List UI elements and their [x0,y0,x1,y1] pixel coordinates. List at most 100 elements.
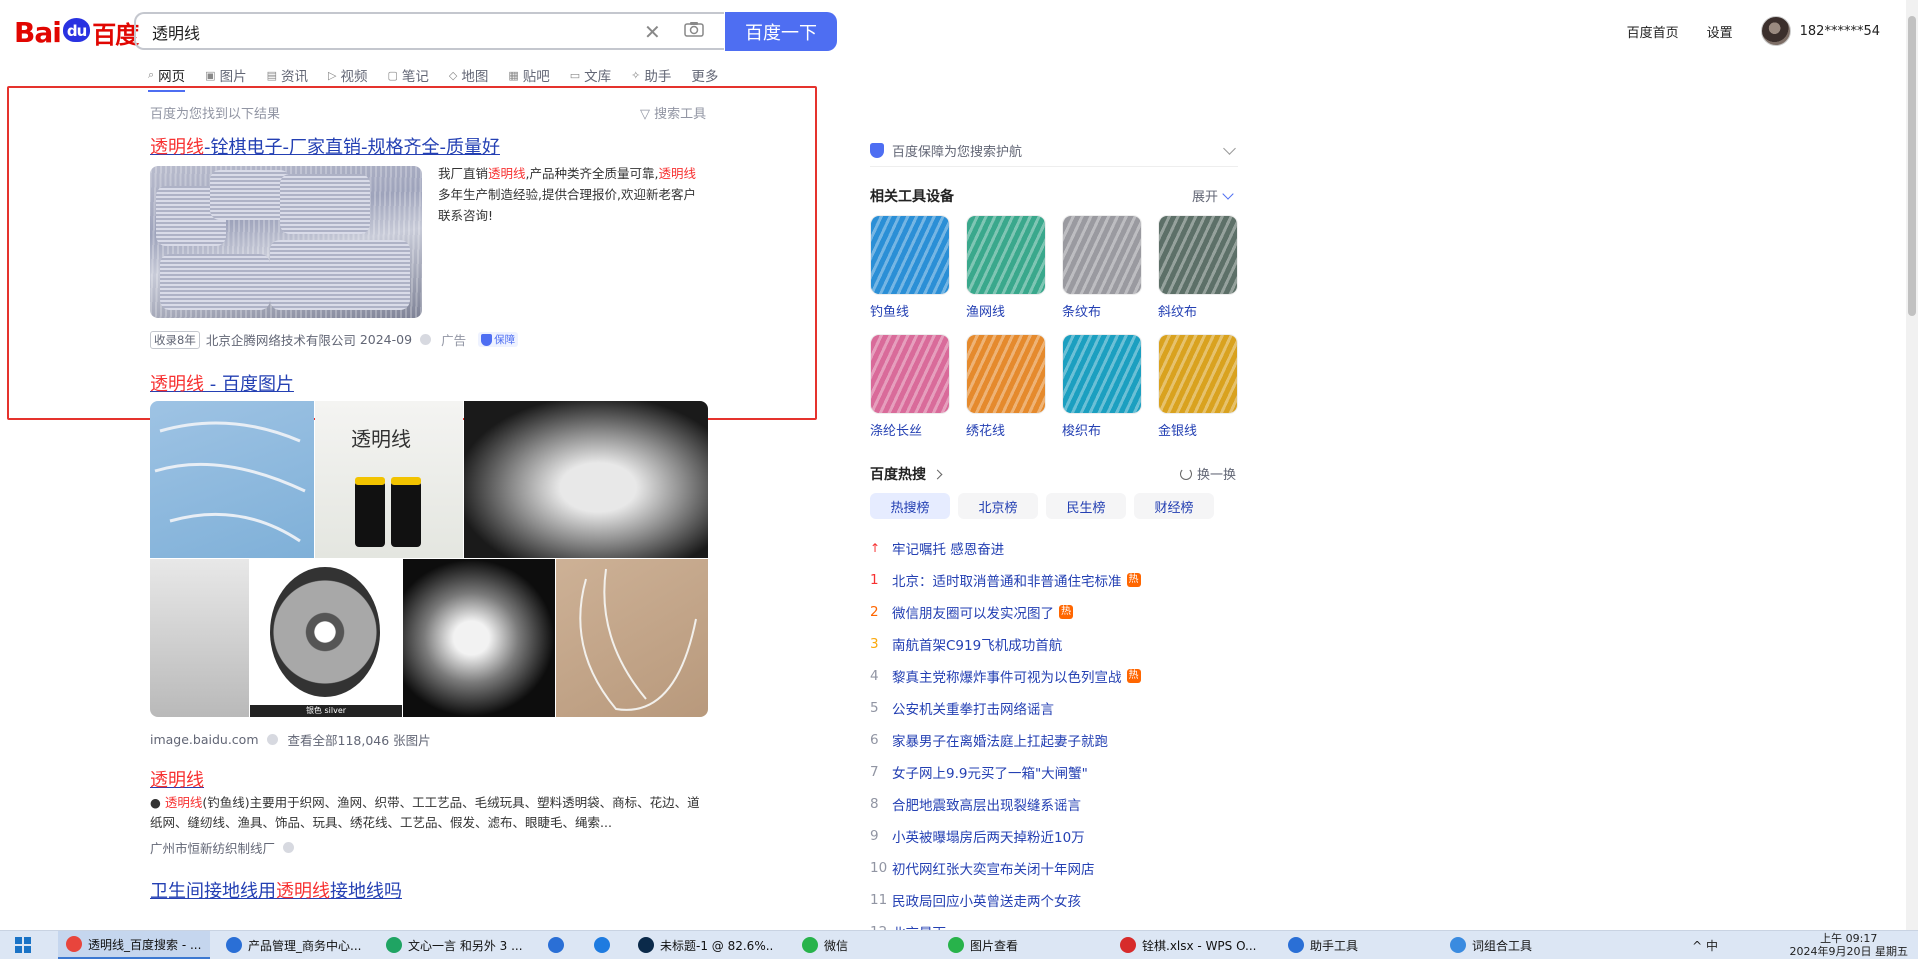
hot-rank: 10 [870,860,888,876]
hot-item[interactable]: 3 南航首架C919飞机成功首航 [870,628,1270,660]
hot-item[interactable]: 6 家暴男子在离婚法庭上扛起妻子就跑 [870,724,1270,756]
view-all-images[interactable]: 查看全部118,046 张图片 [288,730,431,749]
tab-tieba[interactable]: ▦ 贴吧 [508,64,549,86]
hot-text: 小英被曝塌房后两天掉粉近10万 [892,830,1085,846]
tools-expand[interactable]: 展开 [1192,186,1234,205]
settings-link[interactable]: 设置 [1707,22,1733,41]
hot-item[interactable]: 8 合肥地震致高层出现裂缝系谣言 [870,788,1270,820]
taskbar-label: 产品管理_商务中心... [248,938,362,953]
image-thumb[interactable] [403,559,555,717]
highlight-box [7,86,817,420]
spool-caption: 银色 silver [250,705,402,717]
user-name[interactable]: 182******54 [1800,24,1880,39]
hot-tab-hot[interactable]: 热搜榜 [870,493,950,519]
hot-item[interactable]: 4 黎真主党称爆炸事件可视为以色列宣战热 [870,660,1270,692]
tray-icons[interactable]: ^ 中 [1692,931,1718,959]
scroll-thumb[interactable] [1908,16,1916,316]
tab-more[interactable]: 更多 [691,64,718,86]
tab-web[interactable]: ⌕ 网页 [148,64,186,92]
tool-card[interactable]: 钓鱼线 [870,215,951,320]
clear-icon[interactable]: ✕ [644,20,661,44]
hot-text: 北京：适时取消普通和非普通住宅标准 [892,574,1122,590]
search-input[interactable] [150,14,634,50]
tool-card[interactable]: 涤纶长丝 [870,334,951,439]
spool-label: 透明线 [351,427,411,451]
baidu-home-link[interactable]: 百度首页 [1627,22,1679,41]
tab-news[interactable]: ▤ 资讯 [267,64,308,86]
tool-image [1062,215,1142,295]
hot-tab-livelihood[interactable]: 民生榜 [1046,493,1126,519]
hot-list: ↑ 牢记嘱托 感恩奋进 1 北京：适时取消普通和非普通住宅标准热 2 微信朋友圈可以发实况… [870,532,1270,948]
hot-item[interactable]: 2 微信朋友圈可以发实况图了热 [870,596,1270,628]
windows-start-icon[interactable] [0,931,46,959]
image-result-title[interactable]: 透明线 - 百度图片 [150,370,294,396]
hot-item[interactable]: 1 北京：适时取消普通和非普通住宅标准热 [870,564,1270,596]
tab-map[interactable]: ◇ 地图 [449,64,488,86]
image-thumb[interactable] [556,559,708,717]
search-button[interactable]: 百度一下 [725,12,837,51]
taskbar-label: 未标题-1 @ 82.6%... [660,938,774,953]
tool-card[interactable]: 斜纹布 [1158,215,1239,320]
info-icon[interactable] [266,734,278,745]
tab-assistant[interactable]: ✧ 助手 [631,64,671,86]
app-icon [948,937,964,953]
clock[interactable]: 上午 09:17 2024年9月20日 星期五 [1790,932,1909,958]
taskbar-item[interactable] [540,931,576,959]
hot-item[interactable]: 11 民政局回应小英曾送走两个女孩 [870,884,1270,916]
camera-icon[interactable] [684,21,704,37]
scrollbar[interactable] [1906,0,1918,930]
hot-search-title[interactable]: 百度热搜 [870,464,943,484]
safety-banner[interactable]: 百度保障为您搜索护航 [870,134,1238,167]
app-icon [386,937,402,953]
tab-wenku[interactable]: ▭ 文库 [570,64,611,86]
image-thumb[interactable] [150,559,249,717]
taskbar-item[interactable]: 图片查看 [940,931,1080,959]
avatar[interactable] [1760,16,1791,46]
hot-tab-beijing[interactable]: 北京榜 [958,493,1038,519]
hot-item[interactable]: 5 公安机关重拳打击网络谣言 [870,692,1270,724]
hot-rank: 8 [870,796,879,812]
hot-tabs: 热搜榜 北京榜 民生榜 财经榜 [870,493,1222,519]
taskbar-item[interactable] [586,931,622,959]
tab-images[interactable]: ▣ 图片 [205,64,246,86]
hot-refresh[interactable]: 换一换 [1180,464,1236,483]
taskbar-item[interactable]: 铨棋.xlsx - WPS O... [1112,931,1264,959]
tool-card[interactable]: 金银线 [1158,334,1239,439]
taskbar-item[interactable]: 微信 [794,931,904,959]
info-icon[interactable] [283,842,295,853]
tab-notes[interactable]: ▢ 笔记 [387,64,428,86]
taskbar-item[interactable]: 文心一言 和另外 3 ... [378,931,530,959]
tool-image [870,215,950,295]
hot-text: 黎真主党称爆炸事件可视为以色列宣战 [892,670,1122,686]
tool-image [1158,334,1238,414]
taskbar-item[interactable]: 助手工具 [1280,931,1420,959]
tool-name: 条纹布 [1062,305,1102,320]
chevron-down-icon[interactable] [1223,142,1236,155]
filament-spool [270,567,380,697]
tool-card[interactable]: 条纹布 [1062,215,1143,320]
taskbar-item[interactable]: 透明线_百度搜索 - ... [58,931,210,959]
hot-item[interactable]: ↑ 牢记嘱托 感恩奋进 [870,532,1270,564]
hot-item[interactable]: 10 初代网红张大奕宣布关闭十年网店 [870,852,1270,884]
tool-card[interactable]: 绣花线 [966,334,1047,439]
baidu-logo[interactable]: Bai du 百度 [14,14,139,50]
image-thumb[interactable] [464,401,708,558]
tool-card[interactable]: 渔网线 [966,215,1047,320]
image-thumb[interactable]: 银色 silver [250,559,402,717]
tab-video[interactable]: ▷ 视频 [328,64,367,86]
hot-tab-finance[interactable]: 财经榜 [1134,493,1214,519]
spool-cap [355,477,385,485]
result3-title[interactable]: 透明线 [150,766,204,792]
tool-image [1158,215,1238,295]
thread-lines [579,568,697,711]
taskbar-item[interactable]: 未标题-1 @ 82.6%... [630,931,782,959]
taskbar-item[interactable]: 词组合工具 [1442,931,1582,959]
image-source-domain[interactable]: image.baidu.com [150,732,259,747]
tool-card[interactable]: 梭织布 [1062,334,1143,439]
image-thumb[interactable]: 透明线 [315,401,463,558]
hot-item[interactable]: 7 女子网上9.9元买了一箱"大闸蟹" [870,756,1270,788]
hot-item[interactable]: 9 小英被曝塌房后两天掉粉近10万 [870,820,1270,852]
image-thumb[interactable] [150,401,314,558]
taskbar-item[interactable]: 产品管理_商务中心... [218,931,370,959]
result4-title[interactable]: 卫生间接地线用透明线接地线吗 [150,877,402,903]
